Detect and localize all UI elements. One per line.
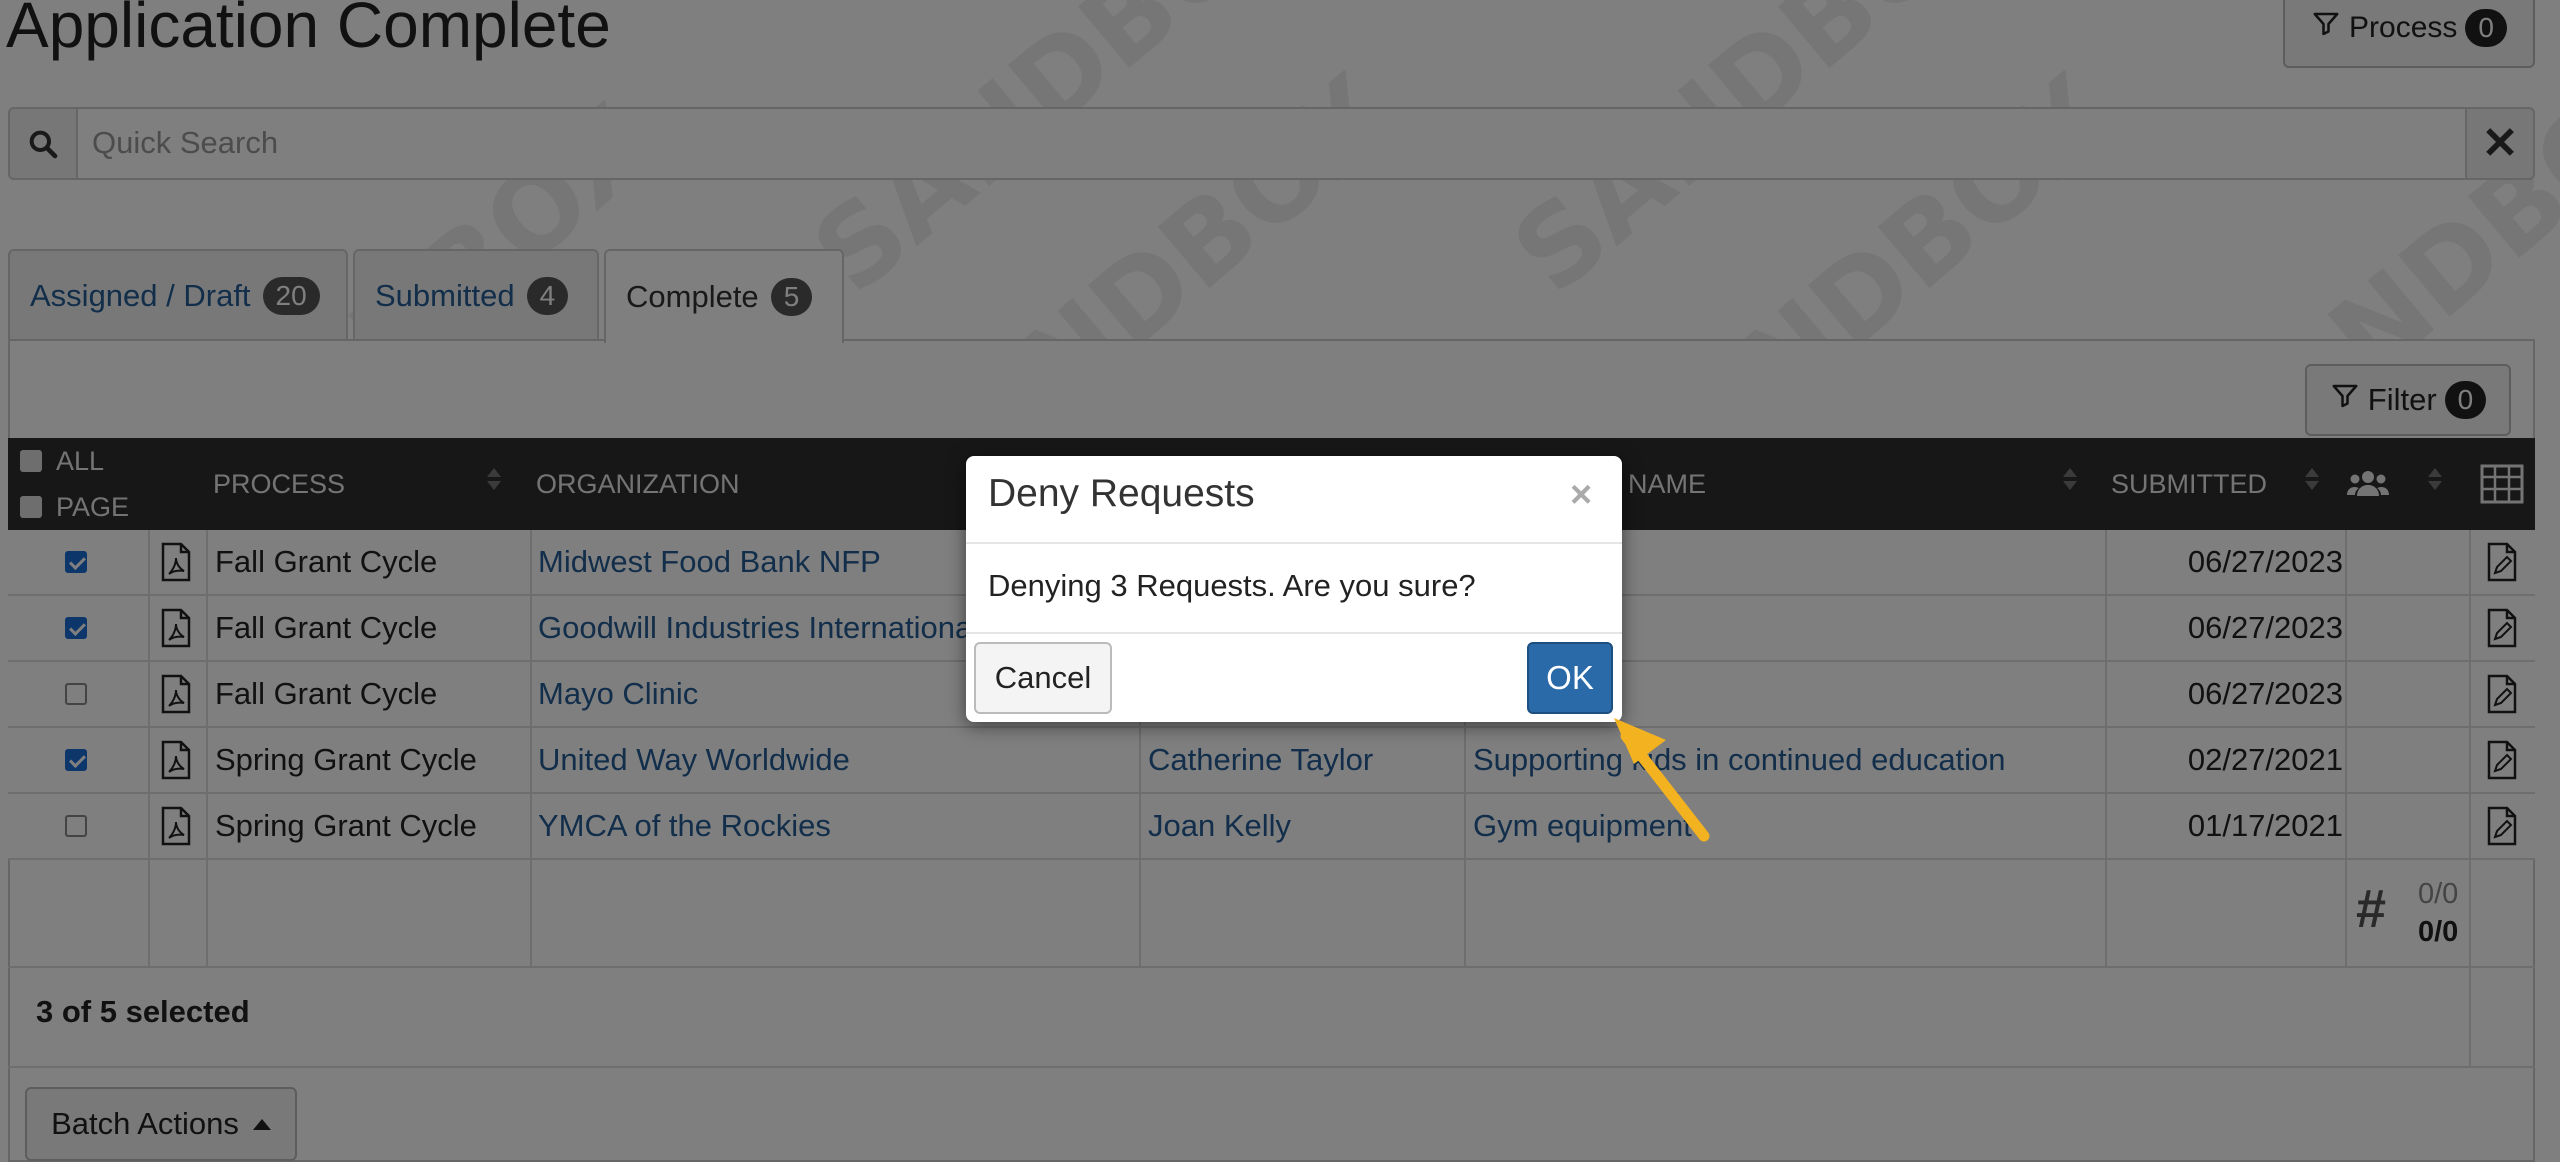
annotation-arrow-icon [1614,718,1710,842]
dialog-title: Deny Requests [988,472,1255,515]
cancel-button[interactable]: Cancel [974,642,1112,714]
deny-requests-dialog: Deny Requests × Denying 3 Requests. Are … [966,456,1622,722]
divider [966,542,1622,544]
dialog-message: Denying 3 Requests. Are you sure? [988,568,1476,603]
divider [966,632,1622,634]
close-icon[interactable]: × [1570,474,1592,517]
